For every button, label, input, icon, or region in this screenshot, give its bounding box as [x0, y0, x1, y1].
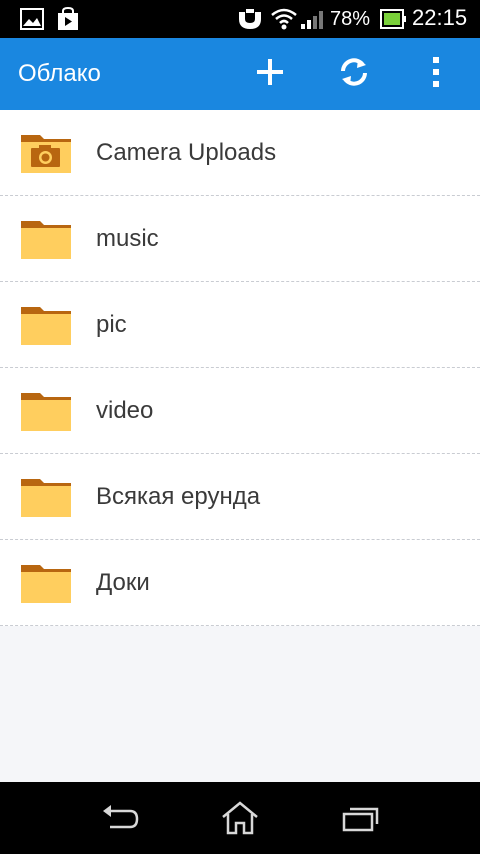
back-button[interactable] — [96, 800, 144, 840]
status-bar: 78% 22:15 — [0, 0, 480, 38]
wifi-icon — [270, 7, 298, 35]
navigation-bar — [0, 782, 480, 854]
list-item[interactable]: music — [0, 196, 480, 282]
add-button[interactable] — [248, 52, 292, 96]
clock: 22:15 — [412, 5, 468, 30]
home-button[interactable] — [216, 800, 264, 840]
more-options-button[interactable] — [414, 52, 458, 96]
folder-name: video — [96, 397, 154, 424]
list-item[interactable]: video — [0, 368, 480, 454]
camera-folder-icon — [20, 132, 72, 178]
folder-name: Доки — [96, 569, 150, 596]
folder-name: Всякая ерунда — [96, 483, 261, 510]
back-icon — [100, 803, 140, 837]
signal-icon — [300, 7, 324, 35]
page-title: Облако — [18, 60, 101, 87]
folder-icon — [20, 562, 72, 608]
gallery-icon — [20, 7, 46, 35]
recent-apps-button[interactable] — [336, 800, 384, 840]
folder-icon — [20, 390, 72, 436]
sync-button[interactable] — [332, 52, 376, 96]
folder-icon — [20, 476, 72, 522]
sync-icon — [337, 55, 371, 93]
list-item[interactable]: Всякая ерунда — [0, 454, 480, 540]
recent-apps-icon — [340, 803, 380, 837]
app-bar: Облако — [0, 38, 480, 110]
add-icon — [254, 56, 286, 92]
more-vert-icon — [431, 56, 441, 92]
folder-name: music — [96, 225, 159, 252]
folder-icon — [20, 218, 72, 264]
home-icon — [220, 800, 260, 840]
folder-name: pic — [96, 311, 127, 338]
folder-list: Camera Uploads music pic video Всякая ер… — [0, 110, 480, 626]
battery-icon — [380, 7, 406, 35]
folder-icon — [20, 304, 72, 350]
battery-percent: 78% — [330, 8, 371, 30]
headset-icon — [236, 7, 264, 35]
folder-name: Camera Uploads — [96, 139, 277, 166]
list-item[interactable]: pic — [0, 282, 480, 368]
store-icon — [56, 6, 82, 35]
list-item[interactable]: Camera Uploads — [0, 110, 480, 196]
list-item[interactable]: Доки — [0, 540, 480, 626]
